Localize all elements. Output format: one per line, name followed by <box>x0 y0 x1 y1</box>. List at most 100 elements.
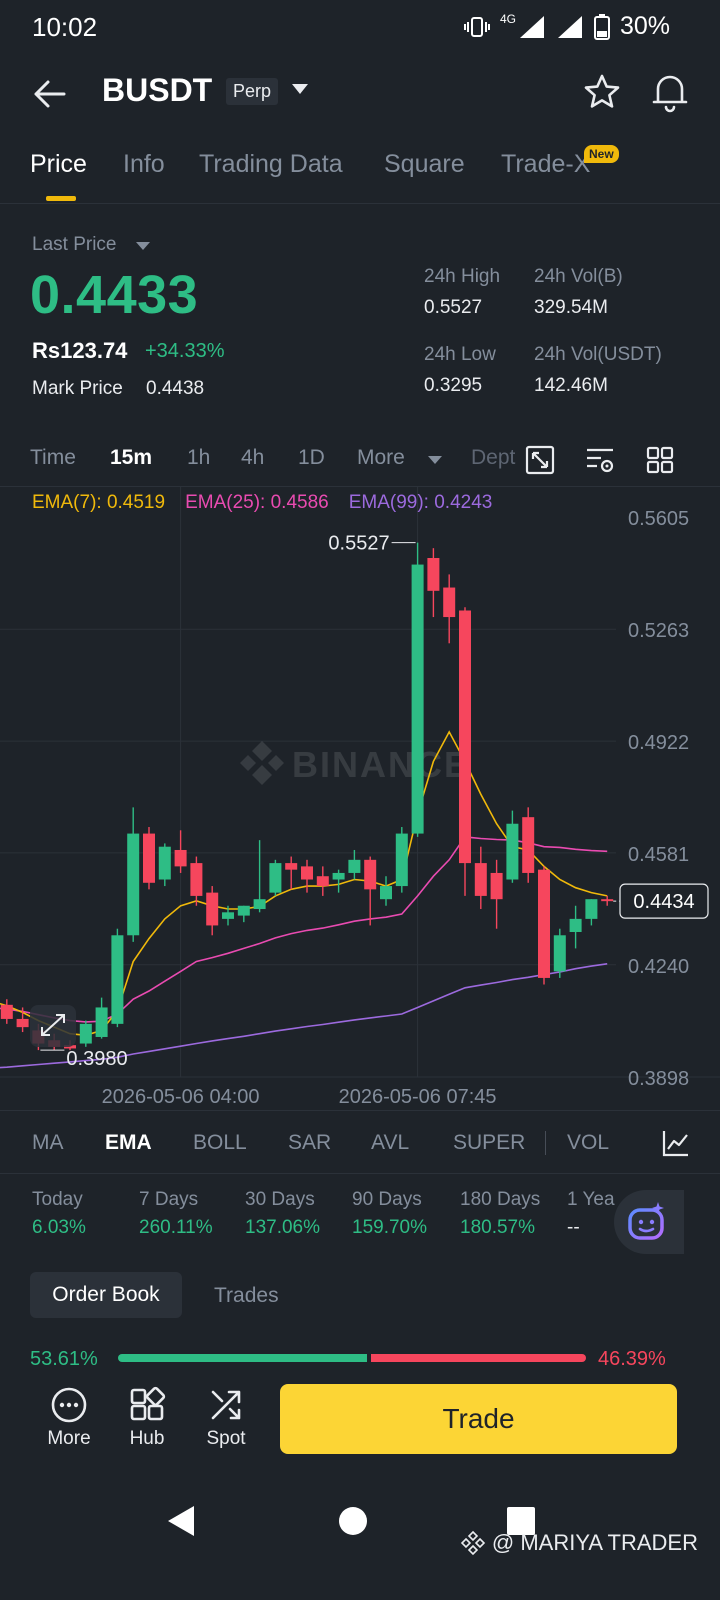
vol-b-24h-value: 329.54M <box>534 297 608 318</box>
y-tick-label: 0.3898 <box>628 1068 689 1090</box>
vol-usdt-24h-label: 24h Vol(USDT) <box>534 344 662 365</box>
y-tick-label: 0.5263 <box>628 620 689 642</box>
caret-down-icon[interactable] <box>428 456 442 464</box>
signal-icon-2 <box>557 15 582 38</box>
indicator-vol[interactable]: VOL <box>567 1131 609 1155</box>
network-type: 4G <box>499 12 516 26</box>
x-tick-label: 2026-05-06 04:00 <box>102 1086 260 1108</box>
tab-trading-data[interactable]: Trading Data <box>199 150 343 179</box>
perf-value-today: 6.03% <box>32 1217 86 1238</box>
spot-button[interactable]: Spot <box>194 1386 258 1450</box>
perf-label-7d: 7 Days <box>139 1189 199 1210</box>
status-icons: 4G 30% <box>463 12 670 41</box>
y-tick-label: 0.4240 <box>628 956 689 978</box>
candle-body <box>522 817 535 873</box>
candle-body <box>237 905 250 916</box>
ema7-legend: EMA(7): 0.4519 <box>32 492 166 513</box>
interval-bar: Time 15m 1h 4h 1D More Dept <box>0 436 720 486</box>
chart-settings-icon[interactable] <box>584 444 616 476</box>
fullscreen-chart-icon[interactable] <box>524 444 556 476</box>
candle-body <box>16 1018 29 1028</box>
tab-info[interactable]: Info <box>123 150 165 179</box>
vol-usdt-24h-value: 142.46M <box>534 375 608 396</box>
local-currency-price: Rs123.74 <box>32 338 128 363</box>
chevron-down-icon[interactable] <box>292 84 308 94</box>
caret-down-icon[interactable] <box>136 242 150 250</box>
candle-body <box>585 899 598 919</box>
nav-home-icon[interactable] <box>338 1506 368 1536</box>
assistant-fab[interactable] <box>614 1190 684 1254</box>
perp-badge: Perp <box>226 78 279 105</box>
indicator-ema[interactable]: EMA <box>105 1131 152 1155</box>
battery-level: 30% <box>619 12 670 40</box>
price-change-percent: +34.33% <box>145 340 225 362</box>
candle-body <box>174 849 187 867</box>
tab-square[interactable]: Square <box>384 150 465 179</box>
interval-1h[interactable]: 1h <box>187 446 210 470</box>
more-dots-icon <box>51 1387 87 1423</box>
y-tick-label: 0.5605 <box>628 508 689 530</box>
interval-more[interactable]: More <box>357 446 405 470</box>
more-label: More <box>47 1428 91 1449</box>
candle-body <box>553 935 566 972</box>
watermark-text: BINANCE <box>292 744 470 785</box>
tab-trade-x[interactable]: Trade-X <box>501 150 590 179</box>
nav-back-icon[interactable] <box>166 1504 198 1538</box>
candle-body <box>190 863 203 896</box>
perf-value-180d: 180.57% <box>460 1217 536 1238</box>
bell-icon[interactable] <box>650 70 690 114</box>
indicator-boll[interactable]: BOLL <box>193 1131 247 1155</box>
candlestick-chart[interactable]: BINANCE 0.5605 0.5263 0.4922 0.4581 0.4240 0.… <box>0 487 720 1109</box>
candle-body <box>538 869 550 978</box>
candle-body <box>348 859 361 873</box>
ai-assistant-icon[interactable] <box>624 1200 670 1246</box>
candle-body <box>364 859 377 890</box>
price-chart[interactable]: BINANCE 0.5605 0.5263 0.4922 0.4581 0.4240 0.… <box>0 486 720 1108</box>
indicator-chart-icon[interactable] <box>660 1127 692 1159</box>
interval-time[interactable]: Time <box>30 446 76 470</box>
grid-layout-icon[interactable] <box>644 444 676 476</box>
perf-value-7d: 260.11% <box>139 1217 213 1238</box>
indicator-tabs: MA EMA BOLL SAR AVL SUPER VOL <box>0 1110 720 1174</box>
more-button[interactable]: More <box>37 1386 101 1450</box>
indicator-ma[interactable]: MA <box>32 1131 64 1155</box>
indicator-sar[interactable]: SAR <box>288 1131 331 1155</box>
candle-body <box>111 935 124 1024</box>
last-price-label[interactable]: Last Price <box>32 234 116 256</box>
perf-value-90d: 159.70% <box>352 1217 428 1238</box>
candle-body <box>79 1023 92 1044</box>
indicator-super[interactable]: SUPER <box>453 1131 525 1155</box>
candle-body <box>411 564 424 834</box>
tab-trades[interactable]: Trades <box>214 1284 279 1308</box>
star-icon[interactable] <box>582 72 622 112</box>
status-time: 10:02 <box>32 12 98 42</box>
y-tick-label: 0.4922 <box>628 732 689 754</box>
sell-ratio-bar <box>370 1354 586 1362</box>
tab-order-book[interactable]: Order Book <box>30 1272 182 1318</box>
vol-b-24h-label: 24h Vol(B) <box>534 266 623 287</box>
trade-button[interactable]: Trade <box>280 1384 677 1454</box>
hub-button[interactable]: Hub <box>115 1386 179 1450</box>
indicator-avl[interactable]: AVL <box>371 1131 409 1155</box>
tab-price[interactable]: Price <box>30 150 87 179</box>
candle-body <box>316 876 329 887</box>
interval-15m[interactable]: 15m <box>110 446 152 470</box>
tab-depth[interactable]: Dept <box>471 446 515 470</box>
new-badge: New <box>584 145 619 163</box>
vibrate-icon <box>463 16 490 37</box>
expand-chart-button[interactable] <box>30 1005 76 1047</box>
low-24h-label: 24h Low <box>424 344 496 365</box>
low-24h-value: 0.3295 <box>424 375 483 396</box>
candle-body <box>253 899 266 910</box>
interval-4h[interactable]: 4h <box>241 446 264 470</box>
spot-label: Spot <box>206 1428 246 1449</box>
indicator-divider <box>545 1131 546 1155</box>
ema25-legend: EMA(25): 0.4586 <box>185 492 329 513</box>
candle-body <box>427 558 440 591</box>
watermark-text: @ MARIYA TRADER <box>491 1530 698 1555</box>
back-arrow-icon[interactable] <box>28 72 72 116</box>
candle-body <box>206 892 219 926</box>
swap-arrows-icon <box>211 1390 241 1420</box>
symbol-title[interactable]: BUSDT <box>102 72 212 109</box>
interval-1d[interactable]: 1D <box>298 446 325 470</box>
